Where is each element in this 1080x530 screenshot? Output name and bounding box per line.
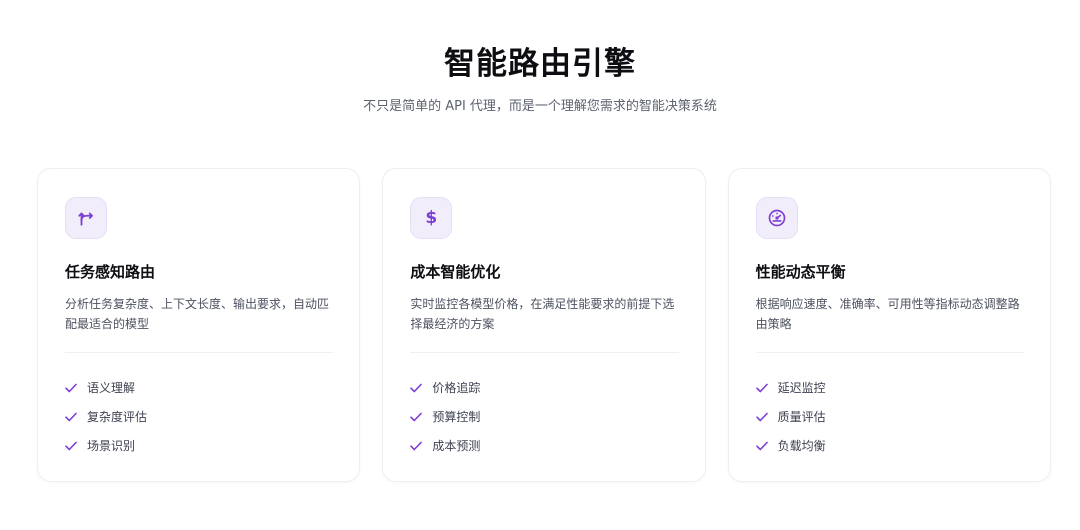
card-description: 根据响应速度、准确率、可用性等指标动态调整路由策略 — [755, 297, 1020, 331]
feature-label: 语义理解 — [87, 381, 136, 395]
feature-label: 负载均衡 — [777, 439, 826, 453]
feature-card-cost-optimization: $ 成本智能优化 实时监控各模型价格，在满足性能要求的前提下选择最经济的方案 价… — [382, 168, 706, 482]
feature-card-performance-balance: 性能动态平衡 根据响应速度、准确率、可用性等指标动态调整路由策略 延迟监控 质量… — [727, 168, 1051, 482]
feature-item: 负载均衡 — [755, 431, 1024, 460]
feature-item: 语义理解 — [65, 373, 333, 402]
check-icon — [65, 441, 79, 451]
feature-label: 质量评估 — [777, 410, 826, 424]
feature-list: 语义理解 复杂度评估 场景识别 — [65, 373, 333, 460]
feature-card-task-routing: 任务感知路由 分析任务复杂度、上下文长度、输出要求，自动匹配最适合的模型 语义理… — [37, 168, 361, 482]
check-icon — [410, 412, 424, 422]
feature-label: 价格追踪 — [432, 381, 481, 395]
gauge-icon — [755, 197, 798, 239]
card-divider — [755, 352, 1024, 353]
feature-item: 价格追踪 — [410, 373, 678, 402]
feature-item: 成本预测 — [410, 431, 678, 460]
feature-list: 延迟监控 质量评估 负载均衡 — [755, 373, 1024, 460]
check-icon — [65, 412, 79, 422]
check-icon — [755, 412, 770, 422]
feature-item: 复杂度评估 — [65, 402, 333, 431]
check-icon — [755, 441, 770, 451]
card-title: 成本智能优化 — [410, 263, 501, 281]
feature-label: 延迟监控 — [777, 381, 826, 395]
dollar-glyph: $ — [425, 207, 438, 228]
feature-item: 预算控制 — [410, 402, 678, 431]
feature-item: 质量评估 — [755, 402, 1024, 431]
features-section: 智能路由引擎 不只是简单的 API 代理，而是一个理解您需求的智能决策系统 任务… — [0, 0, 1080, 530]
feature-cards: 任务感知路由 分析任务复杂度、上下文长度、输出要求，自动匹配最适合的模型 语义理… — [37, 168, 1051, 482]
card-title: 任务感知路由 — [65, 263, 156, 281]
check-icon — [410, 441, 424, 451]
card-divider — [410, 352, 679, 353]
feature-list: 价格追踪 预算控制 成本预测 — [410, 373, 678, 460]
feature-label: 场景识别 — [87, 439, 136, 453]
section-subtitle: 不只是简单的 API 代理，而是一个理解您需求的智能决策系统 — [363, 99, 717, 114]
section-title: 智能路由引擎 — [444, 46, 636, 82]
dollar-icon: $ — [410, 197, 453, 239]
check-icon — [65, 383, 79, 393]
check-icon — [755, 383, 770, 393]
route-split-icon — [65, 197, 107, 239]
feature-label: 预算控制 — [432, 410, 481, 424]
feature-label: 成本预测 — [432, 439, 481, 453]
feature-label: 复杂度评估 — [87, 410, 148, 424]
feature-item: 场景识别 — [65, 431, 333, 460]
card-divider — [65, 352, 334, 353]
card-description: 实时监控各模型价格，在满足性能要求的前提下选择最经济的方案 — [410, 297, 675, 331]
card-description: 分析任务复杂度、上下文长度、输出要求，自动匹配最适合的模型 — [65, 297, 330, 331]
card-title: 性能动态平衡 — [755, 263, 846, 281]
feature-item: 延迟监控 — [755, 373, 1024, 402]
check-icon — [410, 383, 424, 393]
